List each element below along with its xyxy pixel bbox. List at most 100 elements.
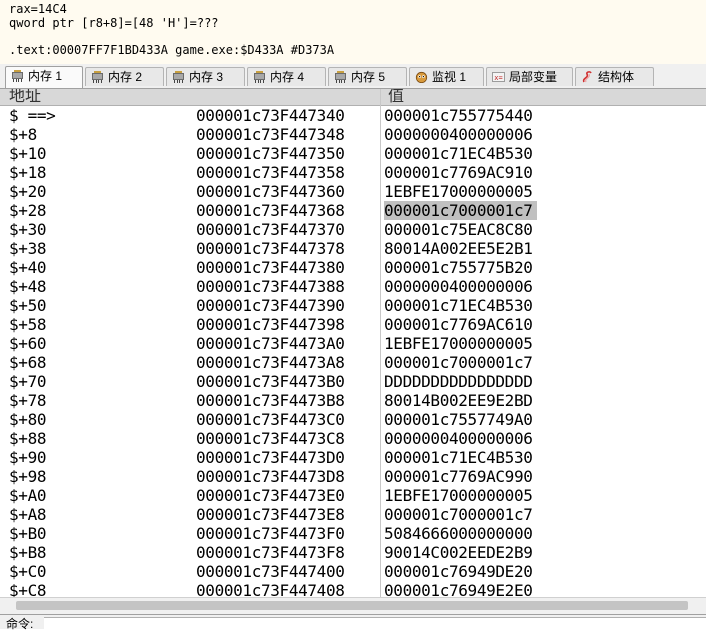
table-row[interactable]: $+60 000001c73F4473A0 1EBFE17000000005	[0, 334, 706, 353]
row-label: $+30	[9, 220, 47, 239]
tab-label: 内存 4	[270, 70, 305, 84]
row-label: $+28	[9, 201, 47, 220]
tab-label: 内存 5	[351, 70, 386, 84]
column-header-value[interactable]: 值	[388, 89, 404, 105]
table-row[interactable]: $+78 000001c73F4473B8 80014B002EE9E2BD	[0, 391, 706, 410]
info-address-line: .text:00007FF7F1BD433A game.exe:$D433A #…	[9, 43, 335, 57]
row-label: $+A0	[9, 486, 47, 505]
struct-icon	[582, 71, 592, 83]
table-row[interactable]: $+B0 000001c73F4473F0 5084666000000000	[0, 524, 706, 543]
row-address: 000001c73F447368	[196, 201, 345, 220]
tab-memory-4[interactable]: 内存 4	[247, 67, 326, 86]
table-row[interactable]: $+10 000001c73F447350 000001c71EC4B530	[0, 144, 706, 163]
row-label: $+98	[9, 467, 47, 486]
table-row[interactable]: $ ==> 000001c73F447340 000001c755775440	[0, 106, 706, 125]
row-label: $+A8	[9, 505, 47, 524]
table-row[interactable]: $+38 000001c73F447378 80014A002EE5E2B1	[0, 239, 706, 258]
table-row[interactable]: $+B8 000001c73F4473F8 90014C002EEDE2B9	[0, 543, 706, 562]
row-value: 000001c76949E2E0	[384, 581, 533, 597]
row-label: $+68	[9, 353, 47, 372]
row-label: $+10	[9, 144, 47, 163]
row-label: $+70	[9, 372, 47, 391]
table-row[interactable]: $+80 000001c73F4473C0 000001c7557749A0	[0, 410, 706, 429]
scrollbar-thumb[interactable]	[16, 601, 688, 610]
table-row[interactable]: $+20 000001c73F447360 1EBFE17000000005	[0, 182, 706, 201]
info-panel: rax=14C4 qword ptr [r8+8]=[48 'H']=??? .…	[0, 0, 706, 65]
table-row[interactable]: $+50 000001c73F447390 000001c71EC4B530	[0, 296, 706, 315]
memory-chip-icon	[335, 71, 346, 83]
tab-label: 内存 2	[108, 70, 143, 84]
table-row[interactable]: $+48 000001c73F447388 0000000400000006	[0, 277, 706, 296]
tab-label: 结构体	[598, 70, 635, 84]
row-label: $+18	[9, 163, 47, 182]
row-address: 000001c73F4473E8	[196, 505, 345, 524]
table-row[interactable]: $+58 000001c73F447398 000001c7769AC610	[0, 315, 706, 334]
row-value: 000001c71EC4B530	[384, 144, 533, 163]
row-label: $+B8	[9, 543, 47, 562]
row-address: 000001c73F447388	[196, 277, 345, 296]
row-value: 90014C002EEDE2B9	[384, 543, 533, 562]
row-label: $+78	[9, 391, 47, 410]
info-operand-line: qword ptr [r8+8]=[48 'H']=???	[9, 16, 219, 30]
row-value: 1EBFE17000000005	[384, 486, 533, 505]
row-value: 80014A002EE5E2B1	[384, 239, 533, 258]
row-value: 1EBFE17000000005	[384, 182, 533, 201]
table-row[interactable]: $+98 000001c73F4473D8 000001c7769AC990	[0, 467, 706, 486]
table-row[interactable]: $+C8 000001c73F447408 000001c76949E2E0	[0, 581, 706, 597]
column-header-row: 地址 值	[0, 89, 706, 106]
tab-label: 内存 3	[189, 70, 224, 84]
table-row[interactable]: $+8 000001c73F447348 0000000400000006	[0, 125, 706, 144]
memory-dump-table[interactable]: 地址 值 $ ==> 000001c73F447340 000001c7557754…	[0, 89, 706, 597]
table-row[interactable]: $+40 000001c73F447380 000001c755775B20	[0, 258, 706, 277]
table-row[interactable]: $+18 000001c73F447358 000001c7769AC910	[0, 163, 706, 182]
row-address: 000001c73F447360	[196, 182, 345, 201]
row-value: 1EBFE17000000005	[384, 334, 533, 353]
table-row[interactable]: $+A0 000001c73F4473E0 1EBFE17000000005	[0, 486, 706, 505]
row-address: 000001c73F447370	[196, 220, 345, 239]
row-address: 000001c73F4473D8	[196, 467, 345, 486]
row-address: 000001c73F447348	[196, 125, 345, 144]
tab-struct[interactable]: 结构体	[575, 67, 654, 86]
tab-watch-1[interactable]: 监视 1	[409, 67, 484, 86]
table-row[interactable]: $+90 000001c73F4473D0 000001c71EC4B530	[0, 448, 706, 467]
table-row[interactable]: $+88 000001c73F4473C8 0000000400000006	[0, 429, 706, 448]
table-row[interactable]: $+70 000001c73F4473B0 DDDDDDDDDDDDDDDD	[0, 372, 706, 391]
row-label: $+90	[9, 448, 47, 467]
table-row[interactable]: $+C0 000001c73F447400 000001c76949DE20	[0, 562, 706, 581]
row-address: 000001c73F447390	[196, 296, 345, 315]
tab-label: 内存 1	[28, 69, 63, 83]
memory-chip-icon	[173, 71, 184, 83]
column-header-address[interactable]: 地址	[9, 89, 41, 105]
memory-chip-icon	[12, 70, 23, 82]
tab-label: 局部变量	[509, 70, 558, 84]
row-value: 000001c75EAC8C80	[384, 220, 533, 239]
horizontal-scrollbar[interactable]	[0, 597, 706, 614]
row-label: $+40	[9, 258, 47, 277]
memory-chip-icon	[254, 71, 265, 83]
row-label: $+C0	[9, 562, 47, 581]
row-address: 000001c73F447358	[196, 163, 345, 182]
row-address: 000001c73F4473A0	[196, 334, 345, 353]
row-value: 000001c71EC4B530	[384, 296, 533, 315]
row-label: $+38	[9, 239, 47, 258]
table-row[interactable]: $+30 000001c73F447370 000001c75EAC8C80	[0, 220, 706, 239]
table-row[interactable]: $+28 000001c73F447368 000001c7000001c7	[0, 201, 706, 220]
tab-memory-1[interactable]: 内存 1	[5, 66, 83, 88]
command-input[interactable]	[44, 617, 706, 630]
tab-memory-5[interactable]: 内存 5	[328, 67, 407, 86]
row-value: 000001c7000001c7	[384, 201, 537, 220]
tab-memory-3[interactable]: 内存 3	[166, 67, 245, 86]
tab-locals[interactable]: x= 局部变量	[486, 67, 573, 86]
tab-memory-2[interactable]: 内存 2	[85, 67, 164, 86]
row-value: 000001c71EC4B530	[384, 448, 533, 467]
table-row[interactable]: $+A8 000001c73F4473E8 000001c7000001c7	[0, 505, 706, 524]
dump-tab-bar: 内存 1 内存 2 内存 3 内存 4 内存 5 监视 1 x= 局部变量 结构…	[0, 64, 706, 89]
row-value: 000001c7769AC990	[384, 467, 533, 486]
row-label: $+88	[9, 429, 47, 448]
table-row[interactable]: $+68 000001c73F4473A8 000001c7000001c7	[0, 353, 706, 372]
row-address: 000001c73F447400	[196, 562, 345, 581]
row-address: 000001c73F447398	[196, 315, 345, 334]
row-label: $ ==>	[9, 106, 56, 125]
row-value: DDDDDDDDDDDDDDDD	[384, 372, 533, 391]
row-address: 000001c73F4473F0	[196, 524, 345, 543]
